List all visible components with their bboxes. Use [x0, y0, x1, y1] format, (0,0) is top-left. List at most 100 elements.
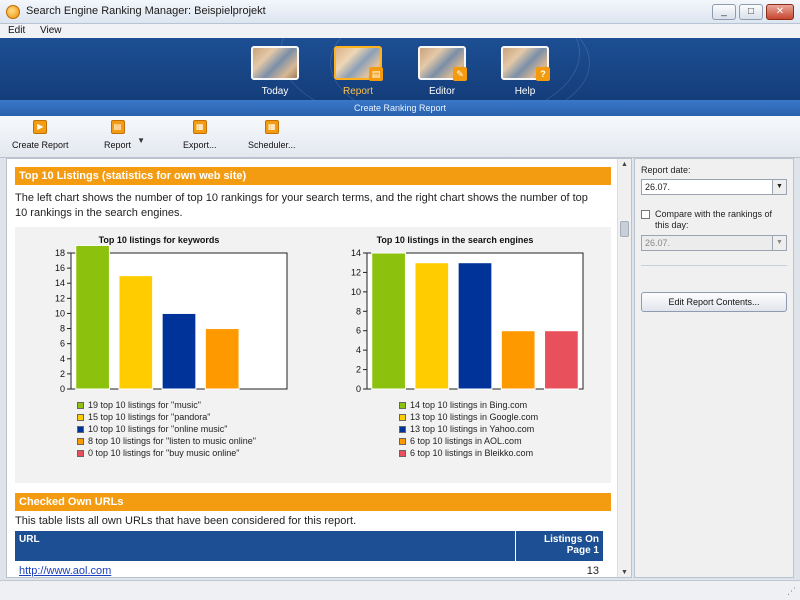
report-view: Top 10 Listings (statistics for own web … — [6, 158, 632, 578]
scroll-down-icon[interactable]: ▼ — [618, 567, 631, 577]
minimize-button[interactable]: _ — [712, 4, 736, 20]
charts-panel: Top 10 listings for keywords 0 2 4 6 8 10 12 14… — [15, 227, 611, 483]
export-icon: ▦ — [192, 120, 207, 134]
keywords-chart: Top 10 listings for keywords 0 2 4 6 8 10 12 14… — [15, 227, 303, 483]
y-tick-label: 4 — [60, 354, 65, 364]
y-tick-label: 2 — [356, 365, 361, 375]
legend-item: 0 top 10 listings for "buy music online" — [77, 447, 256, 459]
nav-report[interactable]: ▤ Report — [332, 46, 384, 97]
bar-google-com — [414, 262, 450, 390]
legend-item: 13 top 10 listings in Google.com — [399, 411, 538, 423]
legend-swatch — [77, 426, 84, 434]
compare-label: Compare with the rankings of this day: — [655, 209, 773, 230]
bar-listen-to-music-online — [204, 328, 240, 390]
edit-report-contents-button[interactable]: Edit Report Contents... — [641, 292, 787, 312]
url-cell: http://www.aol.com — [15, 561, 515, 577]
editor-icon: ✎ — [418, 46, 467, 81]
y-tick-label: 12 — [351, 267, 361, 277]
section-title-top10: Top 10 Listings (statistics for own web … — [15, 167, 611, 185]
toolbar-label: Create Report — [12, 140, 69, 150]
y-tick-label: 12 — [55, 293, 65, 303]
chevron-down-icon[interactable]: ▼ — [772, 180, 786, 194]
report-icon: ▤ — [110, 120, 125, 134]
page-subtitle: Create Ranking Report — [0, 100, 800, 116]
compare-checkbox-row[interactable]: Compare with the rankings of this day: — [641, 209, 787, 231]
scheduler-button[interactable]: ▦ Scheduler... — [248, 120, 296, 150]
nav-label: Today — [261, 86, 289, 97]
menu-bar: Edit View — [0, 24, 800, 38]
legend-swatch — [399, 426, 406, 434]
report-badge-icon: ▤ — [369, 67, 383, 81]
toolbar-label: Report — [104, 140, 132, 150]
export-button[interactable]: ▦ Export... — [183, 120, 217, 150]
app-logo-icon — [6, 5, 20, 19]
nav-label: Report — [342, 86, 373, 97]
legend-swatch — [399, 450, 406, 458]
bar-music — [75, 244, 110, 390]
bar-yahoo-com — [457, 262, 493, 390]
legend-label: 15 top 10 listings for "pandora" — [88, 412, 211, 422]
nav-editor[interactable]: ✎ Editor — [416, 46, 468, 97]
main-navigation: Today ▤ Report ✎ Editor ? Help — [0, 38, 800, 100]
chevron-down-icon[interactable]: ▼ — [137, 136, 145, 145]
urls-table: URL Listings On Page 1 http://www.aol.co… — [15, 531, 603, 577]
url-link[interactable]: http://www.aol.com — [19, 565, 111, 577]
maximize-button[interactable]: □ — [739, 4, 763, 20]
resize-grip-icon[interactable]: ⋰ — [787, 586, 796, 597]
nav-help[interactable]: ? Help — [499, 46, 551, 97]
create-report-button[interactable]: ▶ Create Report — [12, 120, 69, 150]
legend-swatch — [77, 414, 84, 422]
bar-pandora — [118, 275, 154, 390]
scroll-up-icon[interactable]: ▲ — [618, 159, 631, 171]
keywords-bar-chart: 0 2 4 6 8 10 12 14 16 18 — [55, 244, 288, 394]
nav-label: Help — [514, 86, 536, 97]
nav-label: Editor — [428, 86, 456, 97]
legend-label: 13 top 10 listings in Yahoo.com — [410, 424, 535, 434]
scrollbar-thumb[interactable] — [620, 221, 629, 237]
chevron-down-icon: ▼ — [772, 236, 786, 250]
engines-bar-chart: 0 2 4 6 8 10 12 14 — [351, 248, 584, 394]
legend-item: 10 top 10 listings for "online music" — [77, 423, 256, 435]
compare-checkbox[interactable] — [641, 210, 650, 219]
vertical-scrollbar[interactable]: ▲ ▼ — [617, 159, 631, 577]
menu-view[interactable]: View — [40, 25, 62, 36]
engines-legend: 14 top 10 listings in Bing.com 13 top 10 … — [399, 399, 538, 459]
menu-edit[interactable]: Edit — [8, 25, 25, 36]
divider — [641, 265, 787, 266]
legend-item: 19 top 10 listings for "music" — [77, 399, 256, 411]
legend-item: 13 top 10 listings in Yahoo.com — [399, 423, 538, 435]
nav-today[interactable]: Today — [249, 46, 301, 97]
section-title-urls: Checked Own URLs — [15, 493, 611, 511]
y-tick-label: 6 — [60, 339, 65, 349]
y-tick-label: 8 — [356, 306, 361, 316]
close-button[interactable]: ✕ — [766, 4, 794, 20]
table-row: http://www.aol.com 13 — [15, 561, 603, 577]
y-tick-label: 6 — [356, 326, 361, 336]
y-tick-label: 16 — [55, 263, 65, 273]
play-icon: ▶ — [33, 120, 48, 134]
legend-label: 13 top 10 listings in Google.com — [410, 412, 539, 422]
y-tick-label: 14 — [55, 278, 65, 288]
pencil-icon: ✎ — [453, 67, 467, 81]
legend-label: 10 top 10 listings for "online music" — [88, 424, 228, 434]
legend-label: 6 top 10 listings in Bleikko.com — [410, 448, 534, 458]
y-tick-label: 2 — [60, 369, 65, 379]
compare-date-value: 26.07. — [645, 238, 671, 248]
legend-item: 15 top 10 listings for "pandora" — [77, 411, 256, 423]
column-header-listings[interactable]: Listings On Page 1 — [514, 531, 603, 561]
y-tick-label: 0 — [60, 384, 65, 394]
legend-item: 8 top 10 listings for "listen to music o… — [77, 435, 256, 447]
bar-bing-com — [371, 252, 406, 390]
help-icon: ? — [501, 46, 550, 81]
legend-label: 14 top 10 listings in Bing.com — [410, 400, 528, 410]
y-tick-label: 8 — [60, 324, 65, 334]
table-header-row: URL Listings On Page 1 — [15, 531, 603, 561]
bar-aol-com — [500, 330, 536, 390]
report-date-select[interactable]: 26.07. ▼ — [641, 179, 787, 195]
column-header-url[interactable]: URL — [15, 531, 515, 561]
report-options-panel: Report date: 26.07. ▼ Compare with the r… — [634, 158, 794, 578]
status-bar: ⋰ — [0, 580, 800, 600]
report-button[interactable]: ▤ Report ▼ — [104, 120, 145, 150]
legend-label: 6 top 10 listings in AOL.com — [410, 436, 522, 446]
legend-label: 19 top 10 listings for "music" — [88, 400, 201, 410]
